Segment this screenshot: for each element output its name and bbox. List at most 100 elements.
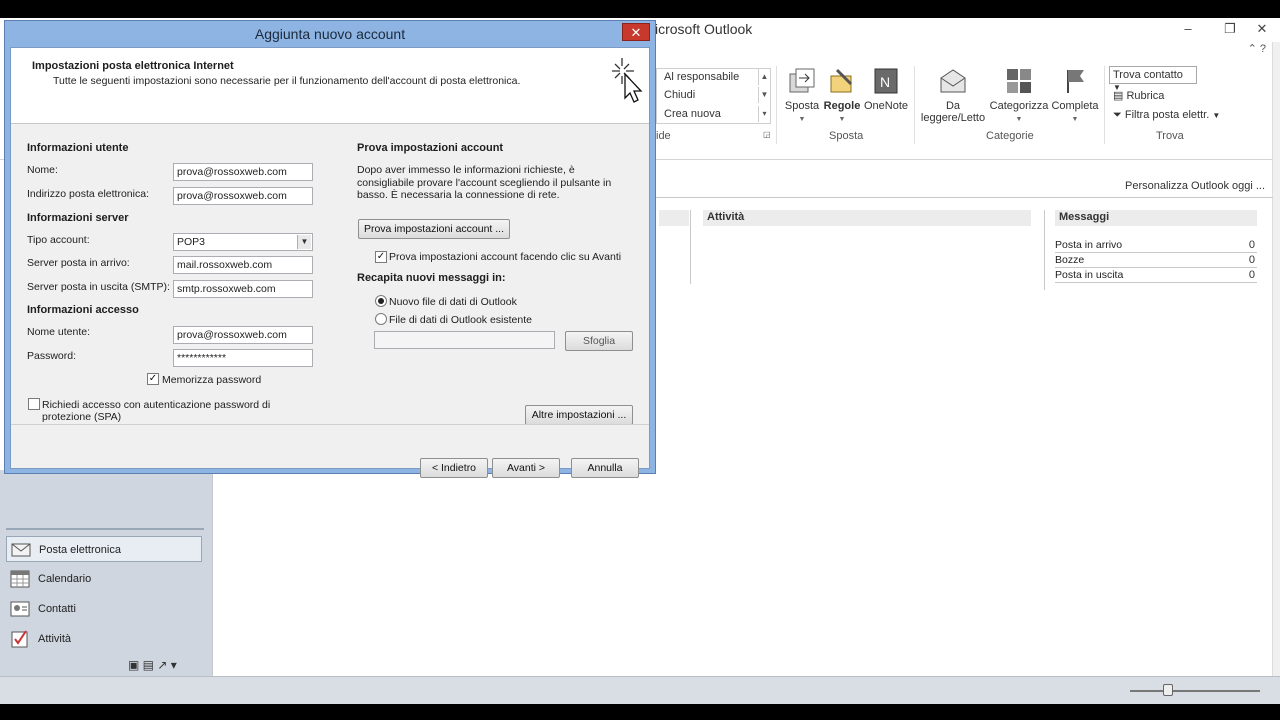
quick-step-item[interactable]: Chiudi [658,87,770,104]
test-settings-description: Dopo aver immesso le informazioni richie… [357,164,612,201]
close-window-icon[interactable]: ✕ [1250,20,1274,38]
dialog-titlebar: Aggiunta nuovo account ✕ [5,21,655,47]
complete-button[interactable]: Completa ▼ [1050,66,1100,126]
categorize-icon [1007,69,1031,93]
test-settings-title: Prova impostazioni account [357,142,504,154]
onenote-label: OneNote [863,100,909,112]
nav-shortcuts-icons[interactable]: ▣ ▤ ↗ ▾ [128,658,177,672]
existing-data-file-radio[interactable] [375,313,387,325]
email-field[interactable]: prova@rossoxweb.com [173,187,313,205]
more-settings-button[interactable]: Altre impostazioni ... [525,405,633,425]
remember-password-label: Memorizza password [162,374,262,386]
calendar-column-header [659,210,689,226]
envelope-icon [940,69,966,93]
dialog-header-title: Impostazioni posta elettronica Internet [32,60,234,72]
next-button[interactable]: Avanti > [492,458,560,478]
rules-label: Regole [823,100,861,112]
filter-email-label: Filtra posta elettr. [1124,109,1210,121]
message-folder-row[interactable]: Bozze 0 [1055,253,1257,268]
quick-step-item[interactable]: Crea nuova [658,106,770,123]
gallery-more-icon[interactable]: ▾ [758,106,770,122]
nav-label: Calendario [38,573,92,585]
account-type-select[interactable]: POP3 ▼ [173,233,313,251]
cancel-button[interactable]: Annulla [571,458,639,478]
folder-name: Posta in uscita [1055,269,1124,281]
nav-item-contacts[interactable]: Contatti [6,596,202,622]
dialog-launcher-icon[interactable]: ◲ [763,130,771,139]
dialog-body: Impostazioni posta elettronica Internet … [10,47,650,478]
read-unread-label: Da leggere/Letto [920,100,986,124]
zoom-slider-track[interactable] [1130,690,1260,692]
quick-steps-group-label: ide [656,130,671,142]
zoom-slider-handle[interactable] [1163,684,1173,696]
find-contact-input[interactable]: Trova contatto ▼ [1109,66,1197,92]
move-button[interactable]: Sposta ▼ [782,66,822,126]
outgoing-server-field[interactable]: smtp.rossoxweb.com [173,280,313,298]
filter-icon: ⏷ [1113,109,1122,121]
dialog-close-button[interactable]: ✕ [622,23,650,41]
tags-group-label: Categorie [986,130,1034,142]
find-contact-text: Trova contatto [1113,69,1183,81]
contacts-icon [10,601,30,617]
status-bar [0,676,1280,704]
address-book-button[interactable]: ▤ Rubrica [1113,89,1164,102]
nav-label: Attività [38,633,72,645]
flag-icon [1067,70,1084,93]
read-unread-button[interactable]: Da leggere/Letto [918,66,988,124]
onenote-button[interactable]: N OneNote [862,66,910,112]
dialog-header: Impostazioni posta elettronica Internet … [11,48,649,124]
onenote-icon: N [874,68,898,94]
test-account-button[interactable]: Prova impostazioni account ... [358,219,510,239]
message-folder-row[interactable]: Posta in uscita 0 [1055,268,1257,283]
minimize-icon[interactable]: – [1176,20,1200,38]
incoming-server-field[interactable]: mail.rossoxweb.com [173,256,313,274]
nav-item-tasks[interactable]: Attività [6,626,202,652]
move-icon [789,68,815,93]
password-label: Password: [27,350,77,362]
name-field[interactable]: prova@rossoxweb.com [173,163,313,181]
auto-test-label: Prova impostazioni account facendo clic … [389,251,622,263]
nav-item-calendar[interactable]: Calendario [6,566,202,592]
server-info-title: Informazioni server [27,212,129,224]
help-icon[interactable]: ⌃ ? [1248,42,1266,55]
folder-name: Posta in arrivo [1055,239,1123,251]
new-data-file-label: Nuovo file di dati di Outlook [389,296,517,308]
back-button[interactable]: < Indietro [420,458,488,478]
mail-icon [11,543,31,557]
nav-item-mail[interactable]: Posta elettronica [6,536,202,562]
restore-icon[interactable]: ❐ [1218,20,1242,38]
account-type-label: Tipo account: [27,234,90,246]
address-book-label: Rubrica [1126,90,1165,102]
folder-name: Bozze [1055,254,1085,266]
folder-count: 0 [1248,239,1255,251]
delivery-title: Recapita nuovi messaggi in: [357,272,506,284]
incoming-server-label: Server posta in arrivo: [27,257,130,269]
calendar-icon [10,570,30,588]
remember-password-checkbox[interactable]: ✓ [147,373,159,385]
message-folder-row[interactable]: Posta in arrivo 0 [1055,238,1257,253]
tasks-icon [11,630,28,648]
vertical-scrollbar[interactable] [1272,42,1280,692]
filter-email-button[interactable]: ⏷ Filtra posta elettr. ▼ [1113,109,1220,122]
gallery-up-icon[interactable]: ▲ [758,69,770,85]
rules-button[interactable]: Regole ▼ [822,66,862,126]
email-label: Indirizzo posta elettronica: [27,188,149,200]
existing-data-file-label: File di dati di Outlook esistente [389,314,532,326]
user-info-title: Informazioni utente [27,142,129,154]
chevron-down-icon[interactable]: ▼ [297,235,311,249]
quick-step-item[interactable]: Al responsabile [658,69,770,86]
address-book-icon: ▤ [1113,90,1124,102]
username-field[interactable]: prova@rossoxweb.com [173,326,313,344]
categorize-button[interactable]: Categorizza ▼ [988,66,1050,126]
nav-label: Contatti [38,603,76,615]
spa-checkbox[interactable] [28,398,40,410]
navigation-pane: Posta elettronica Calendario Contatti At… [0,470,212,676]
data-file-path-field[interactable] [374,331,555,349]
new-data-file-radio[interactable] [375,295,387,307]
gallery-down-icon[interactable]: ▼ [758,87,770,103]
customize-outlook-today-link[interactable]: Personalizza Outlook oggi ... [1125,180,1265,192]
browse-button[interactable]: Sfoglia [565,331,633,351]
password-field[interactable]: ************ [173,349,313,367]
move-group-label: Sposta [829,130,864,142]
auto-test-checkbox[interactable]: ✓ [375,251,387,263]
